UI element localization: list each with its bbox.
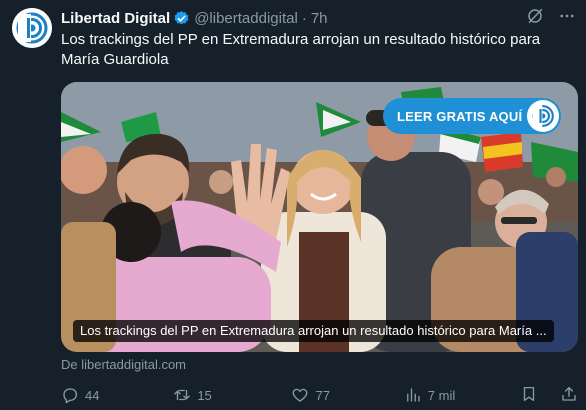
- verified-badge-icon: [173, 10, 190, 27]
- retweet-count: 15: [197, 387, 212, 403]
- like-button[interactable]: 77: [291, 386, 403, 404]
- bookmark-icon[interactable]: [520, 385, 538, 406]
- share-icon[interactable]: [560, 385, 578, 406]
- retweet-icon: [174, 389, 191, 401]
- card-caption: Los trackings del PP en Extremadura arro…: [73, 320, 554, 342]
- author-name[interactable]: Libertad Digital: [61, 10, 170, 27]
- tweet-header: Libertad Digital @libertaddigital · 7h: [61, 8, 576, 28]
- author-handle[interactable]: @libertaddigital: [194, 10, 298, 27]
- views-icon: [406, 388, 420, 402]
- tweet-time[interactable]: 7h: [311, 10, 328, 27]
- retweet-button[interactable]: 15: [173, 386, 291, 404]
- link-card[interactable]: LEER GRATIS AQUÍ Los trackings del PP en…: [61, 82, 578, 352]
- reply-button[interactable]: 44: [61, 386, 173, 404]
- more-icon[interactable]: [558, 7, 576, 29]
- avatar[interactable]: [12, 8, 52, 48]
- promo-label: LEER GRATIS AQUÍ: [397, 108, 523, 124]
- grok-icon[interactable]: [526, 7, 544, 29]
- views-button[interactable]: 7 mil: [404, 386, 520, 404]
- views-count: 7 mil: [427, 387, 456, 403]
- libertad-digital-logo-icon: [527, 100, 559, 132]
- libertad-digital-logo-icon: [12, 8, 52, 48]
- like-count: 77: [315, 387, 330, 403]
- reply-icon: [63, 388, 78, 404]
- tweet-text: Los trackings del PP en Extremadura arro…: [61, 31, 541, 68]
- action-bar: 44 15 77 7 mil: [61, 385, 578, 405]
- card-source[interactable]: De libertaddigital.com: [61, 357, 186, 372]
- like-icon: [293, 388, 308, 402]
- promo-button[interactable]: LEER GRATIS AQUÍ: [383, 98, 561, 134]
- separator-dot: ·: [301, 9, 307, 27]
- reply-count: 44: [85, 387, 100, 403]
